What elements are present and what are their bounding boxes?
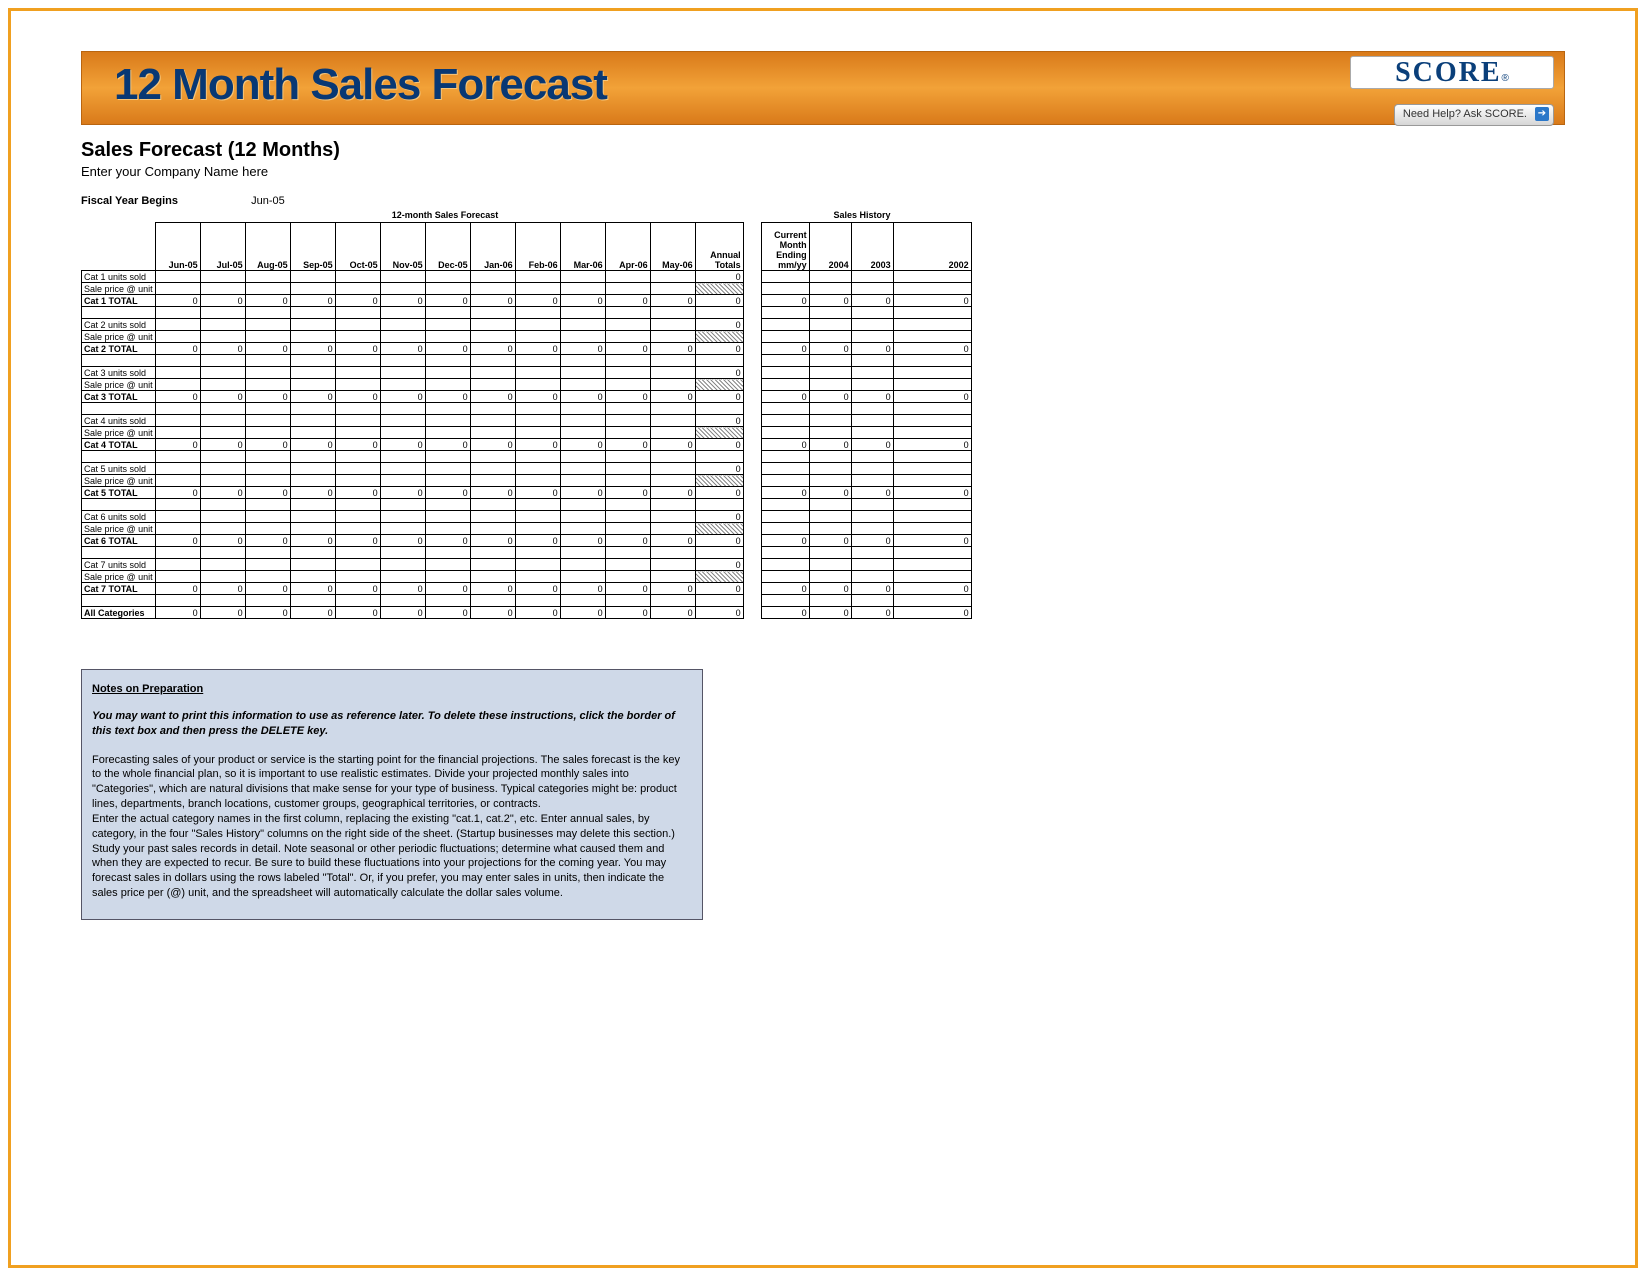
section-header-row: 12-month Sales Forecast Sales History xyxy=(81,210,967,222)
registered-mark-icon: ® xyxy=(1502,73,1509,84)
month-header: May-06 xyxy=(650,223,695,271)
table-row[interactable]: Cat 3 TOTAL00000000000000000 xyxy=(82,391,972,403)
help-label: Need Help? Ask SCORE. xyxy=(1403,108,1527,120)
table-row[interactable]: Sale price @ unit xyxy=(82,475,972,487)
table-row[interactable]: Cat 4 units sold0 xyxy=(82,415,972,427)
help-button[interactable]: Need Help? Ask SCORE. ➔ xyxy=(1394,104,1554,126)
page-subtitle: Sales Forecast (12 Months) xyxy=(81,139,1565,162)
table-row[interactable]: Cat 1 TOTAL00000000000000000 xyxy=(82,295,972,307)
history-year-header: 2003 xyxy=(851,223,893,271)
arrow-right-icon: ➔ xyxy=(1535,107,1549,121)
month-header: Sep-05 xyxy=(290,223,335,271)
table-row[interactable]: Sale price @ unit xyxy=(82,379,972,391)
month-header: Oct-05 xyxy=(335,223,380,271)
month-header: Mar-06 xyxy=(560,223,605,271)
table-row[interactable]: Sale price @ unit xyxy=(82,427,972,439)
notes-paragraph-1: Forecasting sales of your product or ser… xyxy=(92,754,680,811)
table-row[interactable]: Cat 6 TOTAL00000000000000000 xyxy=(82,535,972,547)
month-header: Nov-05 xyxy=(380,223,425,271)
month-header: Aug-05 xyxy=(245,223,290,271)
table-row[interactable]: Cat 7 units sold0 xyxy=(82,559,972,571)
fy-label: Fiscal Year Begins xyxy=(81,195,178,207)
table-row[interactable]: Cat 5 TOTAL00000000000000000 xyxy=(82,487,972,499)
fiscal-year-row: Fiscal Year Begins Jun-05 xyxy=(81,195,1565,207)
banner-title: 12 Month Sales Forecast xyxy=(82,52,1564,110)
score-logo: SCORE xyxy=(1395,57,1501,88)
month-header: Jun-05 xyxy=(155,223,200,271)
score-logo-box: SCORE® xyxy=(1350,56,1554,89)
forecast-table[interactable]: Jun-05Jul-05Aug-05Sep-05Oct-05Nov-05Dec-… xyxy=(81,222,972,619)
table-row[interactable]: Cat 2 units sold0 xyxy=(82,319,972,331)
month-header: Jan-06 xyxy=(470,223,515,271)
fy-value[interactable]: Jun-05 xyxy=(251,195,285,207)
notes-title: Notes on Preparation xyxy=(92,682,692,697)
table-row[interactable]: Sale price @ unit xyxy=(82,571,972,583)
history-year-header: 2002 xyxy=(893,223,971,271)
table-row[interactable]: Cat 3 units sold0 xyxy=(82,367,972,379)
notes-emphasis: You may want to print this information t… xyxy=(92,709,692,739)
table-row[interactable]: Cat 1 units sold0 xyxy=(82,271,972,283)
table-row[interactable]: Cat 5 units sold0 xyxy=(82,463,972,475)
table-row[interactable]: Cat 2 TOTAL00000000000000000 xyxy=(82,343,972,355)
history-section-title: Sales History xyxy=(757,210,967,222)
month-header: Jul-05 xyxy=(200,223,245,271)
table-row[interactable]: Cat 7 TOTAL00000000000000000 xyxy=(82,583,972,595)
table-row[interactable]: Cat 4 TOTAL00000000000000000 xyxy=(82,439,972,451)
table-row[interactable]: Sale price @ unit xyxy=(82,523,972,535)
company-name-field[interactable]: Enter your Company Name here xyxy=(81,164,1565,179)
month-header: Apr-06 xyxy=(605,223,650,271)
notes-paragraph-2: Enter the actual category names in the f… xyxy=(92,813,675,899)
current-month-header: CurrentMonthEndingmm/yy xyxy=(761,223,809,271)
table-row[interactable]: Cat 6 units sold0 xyxy=(82,511,972,523)
notes-box[interactable]: Notes on Preparation You may want to pri… xyxy=(81,669,703,920)
table-row[interactable]: Sale price @ unit xyxy=(82,331,972,343)
month-header: Dec-05 xyxy=(425,223,470,271)
month-header: Feb-06 xyxy=(515,223,560,271)
annual-totals-header: AnnualTotals xyxy=(695,223,743,271)
table-row[interactable]: Sale price @ unit xyxy=(82,283,972,295)
forecast-section-title: 12-month Sales Forecast xyxy=(151,210,739,222)
all-categories-row: All Categories00000000000000000 xyxy=(82,607,972,619)
document-frame: 12 Month Sales Forecast SCORE® Need Help… xyxy=(8,8,1638,1268)
title-banner: 12 Month Sales Forecast SCORE® Need Help… xyxy=(81,51,1565,125)
history-year-header: 2004 xyxy=(809,223,851,271)
